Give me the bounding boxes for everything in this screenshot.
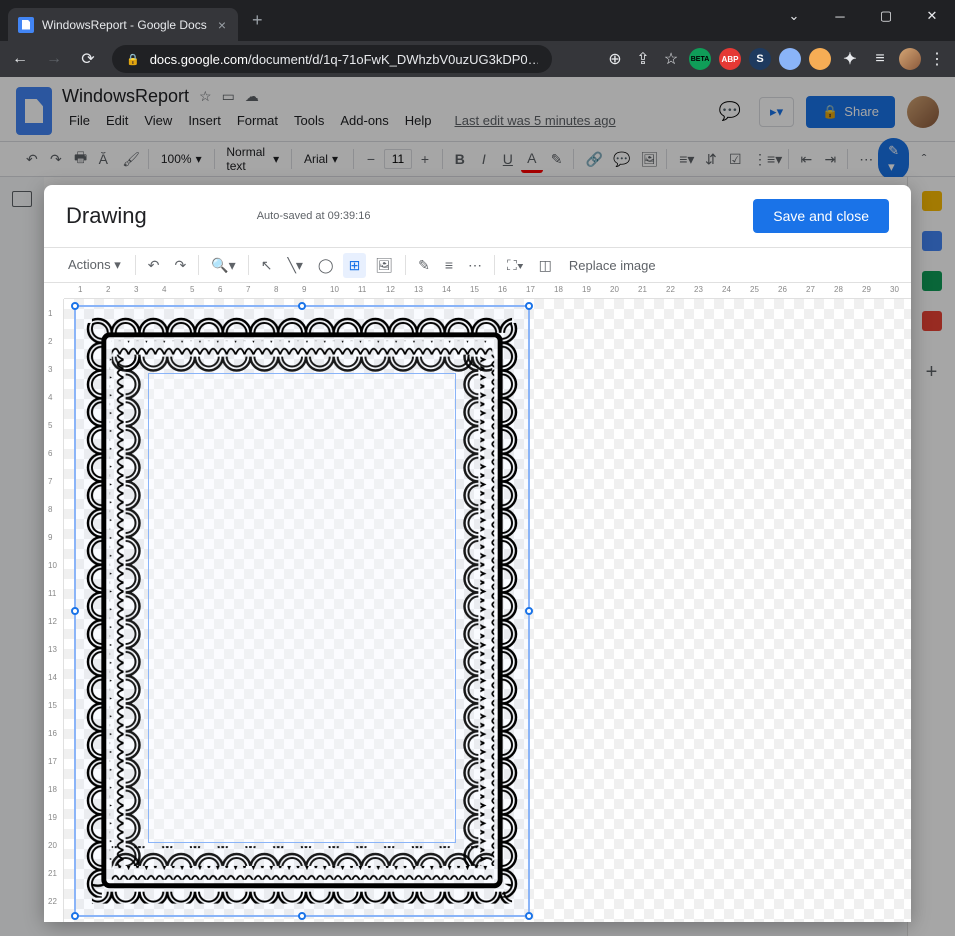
decorative-frame-image <box>84 315 520 907</box>
extension-icon-3[interactable] <box>809 48 831 70</box>
autosave-status: Auto-saved at 09:39:16 <box>257 210 371 222</box>
forward-button: → <box>44 50 64 68</box>
drawing-canvas-wrapper: 1234567891011121314151617181920212223242… <box>44 283 911 922</box>
zoom-icon[interactable]: ⊕ <box>605 49 625 69</box>
reading-list-icon[interactable]: ≡ <box>869 48 891 70</box>
shape-tool[interactable]: ◯ <box>312 253 340 278</box>
reload-button[interactable]: ⟳ <box>78 49 98 69</box>
drawing-undo-button[interactable]: ↶ <box>142 253 166 278</box>
resize-handle-ne[interactable] <box>525 302 533 310</box>
tab-title: WindowsReport - Google Docs <box>42 18 208 32</box>
resize-handle-se[interactable] <box>525 912 533 920</box>
window-controls: ⌄ ─ ▢ ✕ <box>771 0 955 32</box>
drawing-title: Drawing <box>66 203 147 229</box>
extension-icon-2[interactable] <box>779 48 801 70</box>
drawing-dialog-header: Drawing Auto-saved at 09:39:16 Save and … <box>44 185 911 247</box>
resize-handle-e[interactable] <box>525 607 533 615</box>
border-dash-button[interactable]: ⋯ <box>462 253 488 278</box>
tab-close-icon[interactable]: × <box>216 15 228 35</box>
extension-icon-1[interactable]: S <box>749 48 771 70</box>
extension-abp-icon[interactable]: ABP <box>719 48 741 70</box>
browser-tab[interactable]: WindowsReport - Google Docs × <box>8 8 238 41</box>
replace-image-button[interactable]: Replace image <box>561 254 664 277</box>
docs-favicon <box>18 17 34 33</box>
border-weight-button[interactable]: ≡ <box>439 253 459 277</box>
select-tool[interactable]: ↖ <box>255 253 279 278</box>
line-tool[interactable]: ╲▾ <box>281 253 308 278</box>
back-button[interactable]: ← <box>10 50 30 68</box>
textbox-tool[interactable]: ⊞ <box>343 253 367 278</box>
resize-handle-n[interactable] <box>298 302 306 310</box>
lock-icon: 🔒 <box>126 53 140 66</box>
url-text: docs.google.com/document/d/1q-71oFwK_DWh… <box>150 52 538 67</box>
extension-beta-icon[interactable]: BETA <box>689 48 711 70</box>
drawing-dialog: Drawing Auto-saved at 09:39:16 Save and … <box>44 185 911 922</box>
extensions-puzzle-icon[interactable]: ✦ <box>839 48 861 70</box>
maximize-icon[interactable]: ▢ <box>863 0 909 32</box>
minimize-icon[interactable]: ─ <box>817 0 863 32</box>
drawing-toolbar: Actions ▾ ↶ ↷ 🔍▾ ↖ ╲▾ ◯ ⊞ 🖼 ✎ ≡ ⋯ ⛶▾ ◫ R… <box>44 247 911 283</box>
url-field[interactable]: 🔒 docs.google.com/document/d/1q-71oFwK_D… <box>112 45 552 73</box>
drawing-redo-button[interactable]: ↷ <box>169 253 193 278</box>
image-selection[interactable] <box>74 305 530 917</box>
browser-addressbar: ← → ⟳ 🔒 docs.google.com/document/d/1q-71… <box>0 41 955 77</box>
new-tab-button[interactable]: + <box>252 10 263 31</box>
drawing-vertical-ruler[interactable]: 12345678910111213141516171819202122 <box>44 299 64 922</box>
border-color-button[interactable]: ✎ <box>412 253 436 278</box>
crop-button[interactable]: ⛶▾ <box>501 253 530 278</box>
bookmark-icon[interactable]: ☆ <box>661 49 681 69</box>
close-icon[interactable]: ✕ <box>909 0 955 32</box>
save-and-close-button[interactable]: Save and close <box>753 199 889 233</box>
resize-handle-sw[interactable] <box>71 912 79 920</box>
image-tool[interactable]: 🖼 <box>369 253 399 278</box>
resize-handle-w[interactable] <box>71 607 79 615</box>
resize-handle-nw[interactable] <box>71 302 79 310</box>
caret-down-icon[interactable]: ⌄ <box>771 0 817 32</box>
actions-menu[interactable]: Actions ▾ <box>60 253 129 277</box>
inner-crop-rectangle[interactable] <box>148 373 456 843</box>
resize-handle-s[interactable] <box>298 912 306 920</box>
drawing-zoom-button[interactable]: 🔍▾ <box>205 253 241 278</box>
google-docs-app: WindowsReport ☆ ▭ ☁ File Edit View Inser… <box>0 77 955 936</box>
profile-avatar[interactable] <box>899 48 921 70</box>
browser-titlebar: WindowsReport - Google Docs × + ⌄ ─ ▢ ✕ <box>0 0 955 41</box>
drawing-canvas[interactable] <box>64 299 911 922</box>
mask-button[interactable]: ◫ <box>533 253 558 278</box>
browser-menu-icon[interactable]: ⋮ <box>929 49 945 69</box>
share-page-icon[interactable]: ⇪ <box>633 49 653 69</box>
drawing-horizontal-ruler[interactable]: 1234567891011121314151617181920212223242… <box>64 283 911 299</box>
